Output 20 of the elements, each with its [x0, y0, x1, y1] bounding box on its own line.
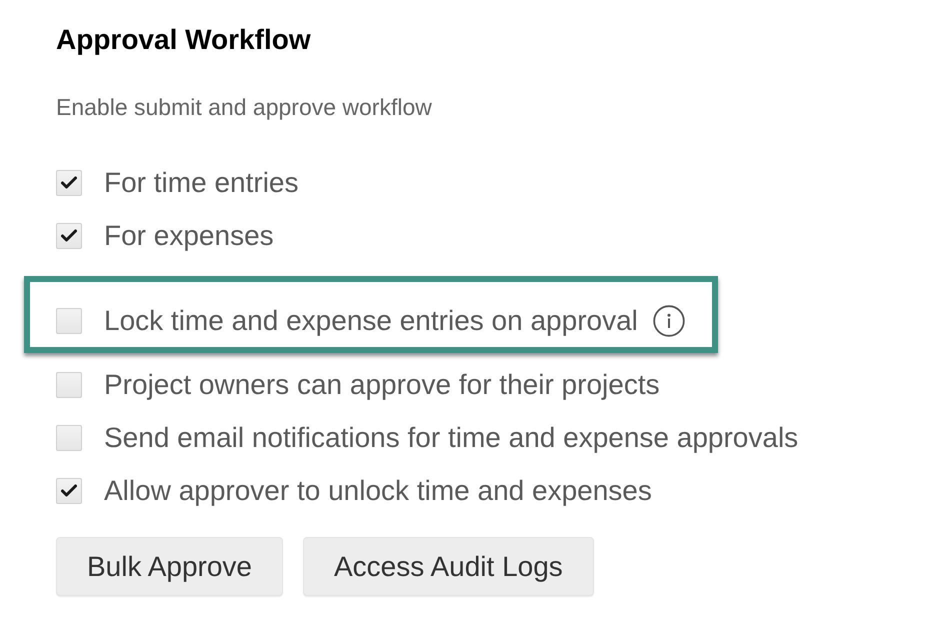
- option-label: Lock time and expense entries on approval: [104, 304, 638, 338]
- section-title: Approval Workflow: [56, 24, 311, 56]
- check-icon: [61, 176, 77, 189]
- checkbox[interactable]: [56, 372, 82, 398]
- option-label: For time entries: [104, 166, 298, 200]
- checkbox[interactable]: [56, 478, 82, 504]
- checkbox[interactable]: [56, 170, 82, 196]
- option-label: Project owners can approve for their projects: [104, 368, 660, 402]
- action-button[interactable]: Bulk Approve: [56, 537, 283, 596]
- section-subtitle: Enable submit and approve workflow: [56, 93, 432, 121]
- checkbox[interactable]: [56, 424, 82, 450]
- checkbox[interactable]: [56, 308, 82, 334]
- check-icon: [61, 229, 77, 242]
- info-icon[interactable]: [652, 304, 685, 336]
- action-button[interactable]: Access Audit Logs: [303, 537, 594, 596]
- checkbox[interactable]: [56, 222, 82, 248]
- check-icon: [61, 484, 77, 497]
- option-label: For expenses: [104, 218, 274, 252]
- option-label: Allow approver to unlock time and expenses: [104, 474, 652, 508]
- option-label: Send email notifications for time and expense approvals: [104, 420, 798, 454]
